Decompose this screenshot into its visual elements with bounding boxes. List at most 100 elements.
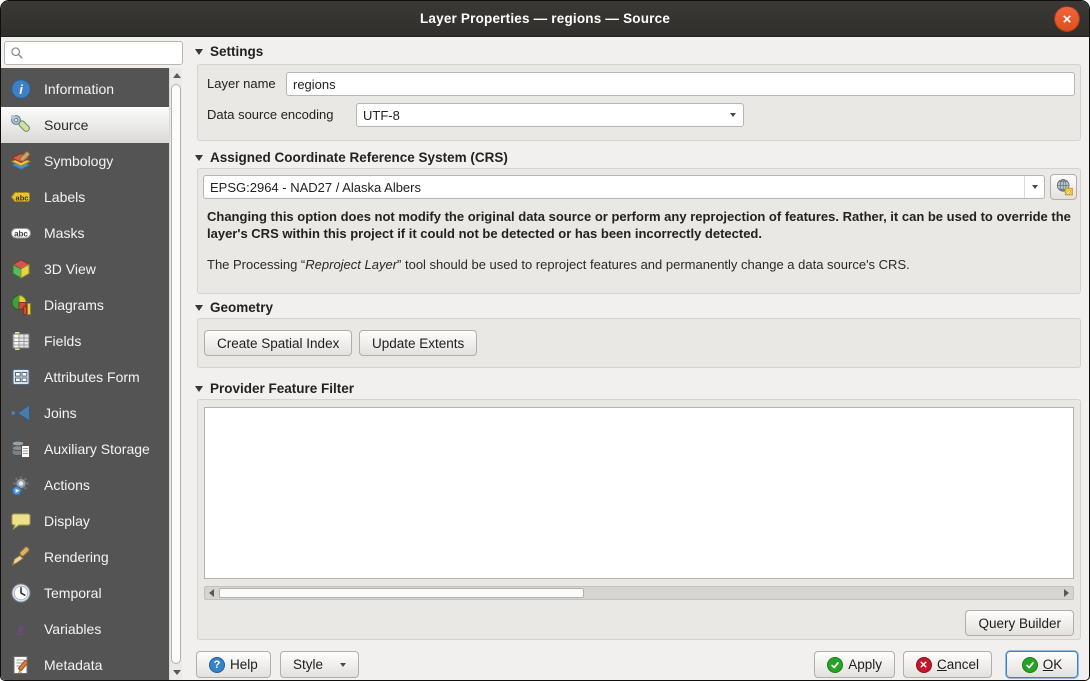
sidebar-item-temporal[interactable]: Temporal xyxy=(1,575,169,611)
sidebar-item-joins[interactable]: Joins xyxy=(1,395,169,431)
section-title: Geometry xyxy=(210,300,273,315)
sidebar-item-metadata[interactable]: Metadata xyxy=(1,647,169,681)
sidebar-item-label: Fields xyxy=(44,333,81,349)
main-panel: Settings Layer name Data source encoding… xyxy=(187,37,1090,681)
crs-section-header[interactable]: Assigned Coordinate Reference System (CR… xyxy=(195,150,508,165)
collapse-arrow-icon[interactable] xyxy=(195,305,203,311)
update-extents-button[interactable]: Update Extents xyxy=(359,330,477,356)
wrench-icon xyxy=(10,114,32,136)
search-icon xyxy=(10,46,24,60)
svg-text:abc: abc xyxy=(16,193,29,202)
paintbrush-icon xyxy=(10,546,32,568)
sidebar-item-label: Diagrams xyxy=(44,297,104,313)
sidebar-item-label: Display xyxy=(44,513,90,529)
scrollbar-left-arrow-icon[interactable] xyxy=(205,587,218,599)
crs-note-text: The Processing “Reproject Layer” tool sh… xyxy=(207,257,1071,273)
sidebar-item-label: Masks xyxy=(44,225,84,241)
sidebar-item-label: Source xyxy=(44,117,88,133)
close-button[interactable]: × xyxy=(1054,6,1080,32)
dialog-action-buttons: Apply Cancel OK xyxy=(814,651,1078,678)
sidebar-item-attributes-form[interactable]: Attributes Form xyxy=(1,359,169,395)
sidebar-item-3d-view[interactable]: 3D View xyxy=(1,251,169,287)
collapse-arrow-icon[interactable] xyxy=(195,386,203,392)
sidebar-item-label: Information xyxy=(44,81,114,97)
layer-properties-dialog: Layer Properties — regions — Source × i … xyxy=(0,0,1090,681)
reproject-layer-tool-name: Reproject Layer xyxy=(305,257,397,272)
apply-button[interactable]: Apply xyxy=(814,651,895,678)
help-icon: ? xyxy=(209,657,225,673)
sidebar-item-diagrams[interactable]: Diagrams xyxy=(1,287,169,323)
sidebar-item-fields[interactable]: Fields xyxy=(1,323,169,359)
sidebar-item-label: Joins xyxy=(44,405,77,421)
geometry-group: Create Spatial Index Update Extents xyxy=(197,318,1081,368)
svg-text:abc: abc xyxy=(14,229,28,238)
layer-name-input[interactable] xyxy=(286,72,1075,96)
geometry-section-header[interactable]: Geometry xyxy=(195,300,273,315)
sidebar-item-label: 3D View xyxy=(44,261,96,277)
cancel-button[interactable]: Cancel xyxy=(903,651,992,678)
sidebar-item-label: Metadata xyxy=(44,657,102,673)
encoding-label: Data source encoding xyxy=(207,103,333,127)
sidebar-item-label: Auxiliary Storage xyxy=(44,441,150,457)
search-input[interactable] xyxy=(24,43,182,63)
globe-edit-icon xyxy=(1054,177,1074,197)
provider-filter-group: Query Builder xyxy=(197,399,1081,640)
svg-text:i: i xyxy=(19,82,23,97)
create-spatial-index-button[interactable]: Create Spatial Index xyxy=(204,330,352,356)
sidebar-item-label: Attributes Form xyxy=(44,369,140,385)
crs-warning-text: Changing this option does not modify the… xyxy=(207,208,1071,242)
style-button[interactable]: Style xyxy=(280,651,359,678)
sidebar-item-label: Temporal xyxy=(44,585,102,601)
sidebar-item-masks[interactable]: abc Masks xyxy=(1,215,169,251)
sidebar-item-source[interactable]: Source xyxy=(1,107,169,143)
join-triangle-icon xyxy=(10,402,32,424)
ok-button[interactable]: OK xyxy=(1006,651,1078,678)
collapse-arrow-icon[interactable] xyxy=(195,49,203,55)
select-crs-button[interactable] xyxy=(1050,174,1077,200)
sidebar-item-symbology[interactable]: Symbology xyxy=(1,143,169,179)
section-title: Settings xyxy=(210,44,263,59)
table-fields-icon xyxy=(10,330,32,352)
clock-icon xyxy=(10,582,32,604)
label-tag-icon: abc xyxy=(10,186,32,208)
scrollbar-down-arrow-icon[interactable] xyxy=(170,666,183,679)
search-box[interactable] xyxy=(4,41,183,65)
cube-3d-icon xyxy=(10,258,32,280)
sidebar-item-label: Symbology xyxy=(44,153,113,169)
collapse-arrow-icon[interactable] xyxy=(195,155,203,161)
scrollbar-right-arrow-icon[interactable] xyxy=(1060,587,1073,599)
symbology-brush-icon xyxy=(10,150,32,172)
sidebar-item-rendering[interactable]: Rendering xyxy=(1,539,169,575)
sidebar-item-information[interactable]: i Information xyxy=(1,71,169,107)
sidebar-item-label: Actions xyxy=(44,477,90,493)
query-builder-button[interactable]: Query Builder xyxy=(965,610,1074,636)
sidebar-item-actions[interactable]: Actions xyxy=(1,467,169,503)
help-button[interactable]: ? Help xyxy=(196,651,271,678)
encoding-combobox[interactable]: UTF-8 xyxy=(356,103,744,127)
sidebar-item-auxiliary-storage[interactable]: Auxiliary Storage xyxy=(1,431,169,467)
pie-chart-icon xyxy=(10,294,32,316)
sidebar-scrollbar[interactable] xyxy=(169,68,182,680)
svg-text:ε: ε xyxy=(17,620,25,639)
scrollbar-up-arrow-icon[interactable] xyxy=(170,69,183,82)
cancel-x-icon xyxy=(916,657,932,673)
sidebar-item-variables[interactable]: ε Variables xyxy=(1,611,169,647)
filter-scrollbar-thumb[interactable] xyxy=(219,588,584,598)
filter-expression-textarea[interactable] xyxy=(204,407,1074,579)
epsilon-icon: ε xyxy=(10,618,32,640)
settings-section-header[interactable]: Settings xyxy=(195,44,263,59)
mask-abc-icon: abc xyxy=(10,222,32,244)
chevron-down-icon xyxy=(730,113,736,117)
filter-horizontal-scrollbar[interactable] xyxy=(204,586,1074,600)
sidebar-item-display[interactable]: Display xyxy=(1,503,169,539)
layer-name-label: Layer name xyxy=(207,72,276,96)
crs-combobox[interactable]: EPSG:2964 - NAD27 / Alaska Albers xyxy=(203,175,1045,199)
sidebar-item-label: Labels xyxy=(44,189,85,205)
sidebar-scrollbar-thumb[interactable] xyxy=(171,84,181,664)
section-title: Provider Feature Filter xyxy=(210,381,354,396)
sidebar-item-labels[interactable]: abc Labels xyxy=(1,179,169,215)
form-icon xyxy=(10,366,32,388)
settings-group: Layer name Data source encoding UTF-8 xyxy=(197,64,1081,141)
titlebar[interactable]: Layer Properties — regions — Source × xyxy=(1,1,1089,37)
provider-filter-section-header[interactable]: Provider Feature Filter xyxy=(195,381,354,396)
